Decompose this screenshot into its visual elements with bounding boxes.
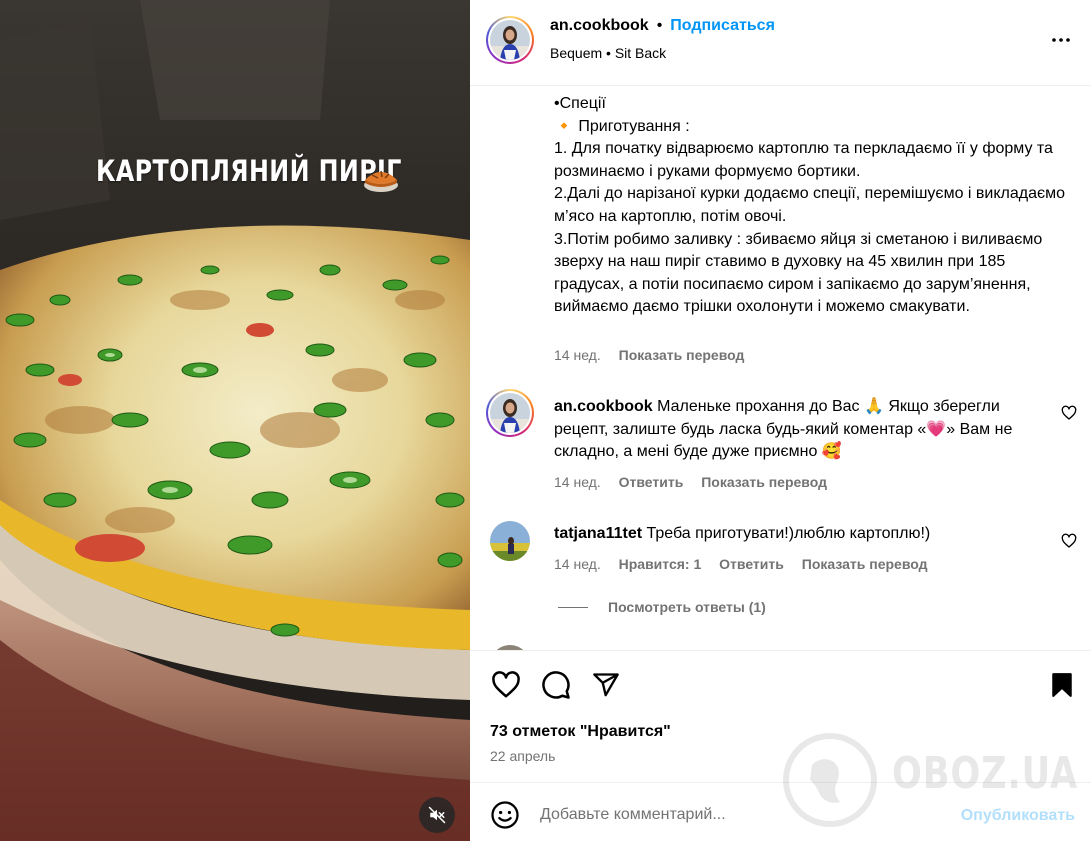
comment-time: 14 нед. xyxy=(554,556,601,572)
likes-count[interactable]: 73 отметок "Нравится" xyxy=(490,723,671,741)
like-button[interactable] xyxy=(490,669,522,701)
follow-button[interactable]: Подписаться xyxy=(670,17,775,35)
smiley-icon xyxy=(491,801,519,829)
emoji-picker-button[interactable] xyxy=(490,800,522,832)
comment-translate-link[interactable]: Показать перевод xyxy=(802,556,928,572)
more-options-button[interactable] xyxy=(1047,26,1075,54)
comment-body: tatjana11tet Треба приготувати!)люблю ка… xyxy=(554,523,1044,546)
caption-time: 14 нед. xyxy=(554,347,601,363)
post-media[interactable]: КАРТОПЛЯНИЙ ПИРІГ xyxy=(0,0,470,841)
share-icon xyxy=(593,673,619,697)
caption-meta: 14 нед. Показать перевод xyxy=(554,347,758,363)
comment-likes-count[interactable]: Нравится: 1 xyxy=(619,556,702,572)
comment-translate-link[interactable]: Показать перевод xyxy=(701,474,827,490)
comment-username[interactable]: tatjana11tet xyxy=(554,525,642,542)
post-caption: •Спеції 🔸 Приготування : 1. Для початку … xyxy=(554,95,1066,316)
comment-like-heart-icon[interactable] xyxy=(1061,533,1077,549)
bookmark-filled-icon xyxy=(1052,673,1072,697)
mute-button[interactable] xyxy=(419,797,455,833)
comment-avatar[interactable] xyxy=(490,521,530,561)
more-horizontal-icon xyxy=(1052,38,1070,42)
post-details-panel: an.cookbook • Подписаться Bequem • Sit B… xyxy=(470,0,1091,841)
comment-meta: 14 нед. Нравится: 1 Ответить Показать пе… xyxy=(554,556,942,572)
author-username[interactable]: an.cookbook xyxy=(550,17,649,35)
view-replies-button[interactable]: Посмотреть ответы (1) xyxy=(558,599,766,615)
author-avatar[interactable] xyxy=(486,16,534,64)
avatar-photo xyxy=(490,521,530,561)
comments-scroll-area[interactable]: •Спеції 🔸 Приготування : 1. Для початку … xyxy=(470,87,1091,650)
heart-icon xyxy=(492,671,520,698)
reply-button[interactable]: Ответить xyxy=(619,474,684,490)
caption-translate-link[interactable]: Показать перевод xyxy=(619,347,745,363)
replies-divider-line xyxy=(558,606,588,608)
pie-emoji-icon xyxy=(364,170,398,192)
save-button[interactable] xyxy=(1046,669,1078,701)
comment-avatar[interactable] xyxy=(486,389,534,437)
comment-time: 14 нед. xyxy=(554,474,601,490)
speaker-muted-icon xyxy=(428,806,446,824)
separator-dot: • xyxy=(656,17,663,34)
avatar-photo xyxy=(490,20,530,60)
comment-input[interactable] xyxy=(540,803,940,827)
publish-comment-button[interactable]: Опубликовать xyxy=(961,807,1075,825)
comment-text: Треба приготувати!)люблю картоплю!) xyxy=(646,525,931,542)
add-comment-bar: Опубликовать xyxy=(470,782,1091,841)
post-actions: 73 отметок "Нравится" 22 апрель xyxy=(470,650,1091,782)
audio-track-link[interactable]: Bequem • Sit Back xyxy=(550,45,666,61)
comment-icon xyxy=(542,671,570,699)
post-date[interactable]: 22 апрель xyxy=(490,748,555,764)
comment-button[interactable] xyxy=(540,669,572,701)
comment-meta: 14 нед. Ответить Показать перевод xyxy=(554,474,841,490)
post-header: an.cookbook • Подписаться Bequem • Sit B… xyxy=(470,0,1091,86)
food-photo xyxy=(0,0,470,841)
comment-body: an.cookbook Маленьке прохання до Вас 🙏 Я… xyxy=(554,396,1044,464)
view-replies-label: Посмотреть ответы (1) xyxy=(608,599,766,615)
share-button[interactable] xyxy=(590,669,622,701)
comment-username[interactable]: an.cookbook xyxy=(554,398,653,415)
avatar-photo xyxy=(490,393,530,433)
overlay-title: КАРТОПЛЯНИЙ ПИРІГ xyxy=(96,154,402,188)
reply-button[interactable]: Ответить xyxy=(719,556,784,572)
comment-like-heart-icon[interactable] xyxy=(1061,405,1077,421)
